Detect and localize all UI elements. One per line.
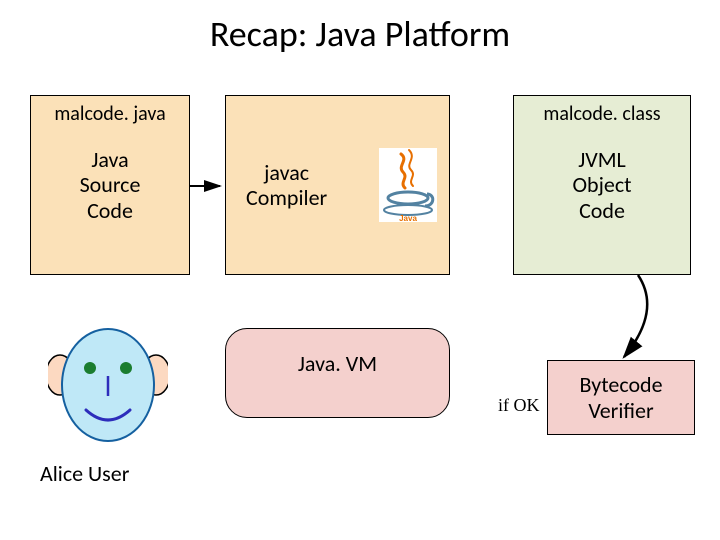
svg-text:Java: Java xyxy=(399,214,417,222)
object-filename: malcode. class xyxy=(514,102,690,126)
box-javac-compiler: javacCompiler Java xyxy=(225,95,450,275)
box-java-vm: Java. VM xyxy=(225,328,450,418)
object-label: JVMLObjectCode xyxy=(514,147,690,223)
box-bytecode-verifier: BytecodeVerifier xyxy=(547,360,695,435)
box-java-source: malcode. java JavaSourceCode xyxy=(30,95,190,275)
java-logo-icon: Java xyxy=(379,148,437,222)
verifier-label: BytecodeVerifier xyxy=(548,372,694,423)
arrow-object-to-verifier xyxy=(600,275,680,365)
source-label: JavaSourceCode xyxy=(31,147,189,223)
alice-face-icon xyxy=(48,320,168,450)
edge-label-ifok: if OK xyxy=(498,395,540,416)
arrow-source-to-compiler xyxy=(190,178,230,198)
box-jvml-object: malcode. class JVMLObjectCode xyxy=(513,95,691,275)
source-filename: malcode. java xyxy=(31,102,189,126)
compiler-label: javacCompiler xyxy=(246,160,327,211)
user-caption: Alice User xyxy=(40,460,129,487)
slide-title: Recap: Java Platform xyxy=(0,12,720,56)
vm-label: Java. VM xyxy=(226,351,449,376)
